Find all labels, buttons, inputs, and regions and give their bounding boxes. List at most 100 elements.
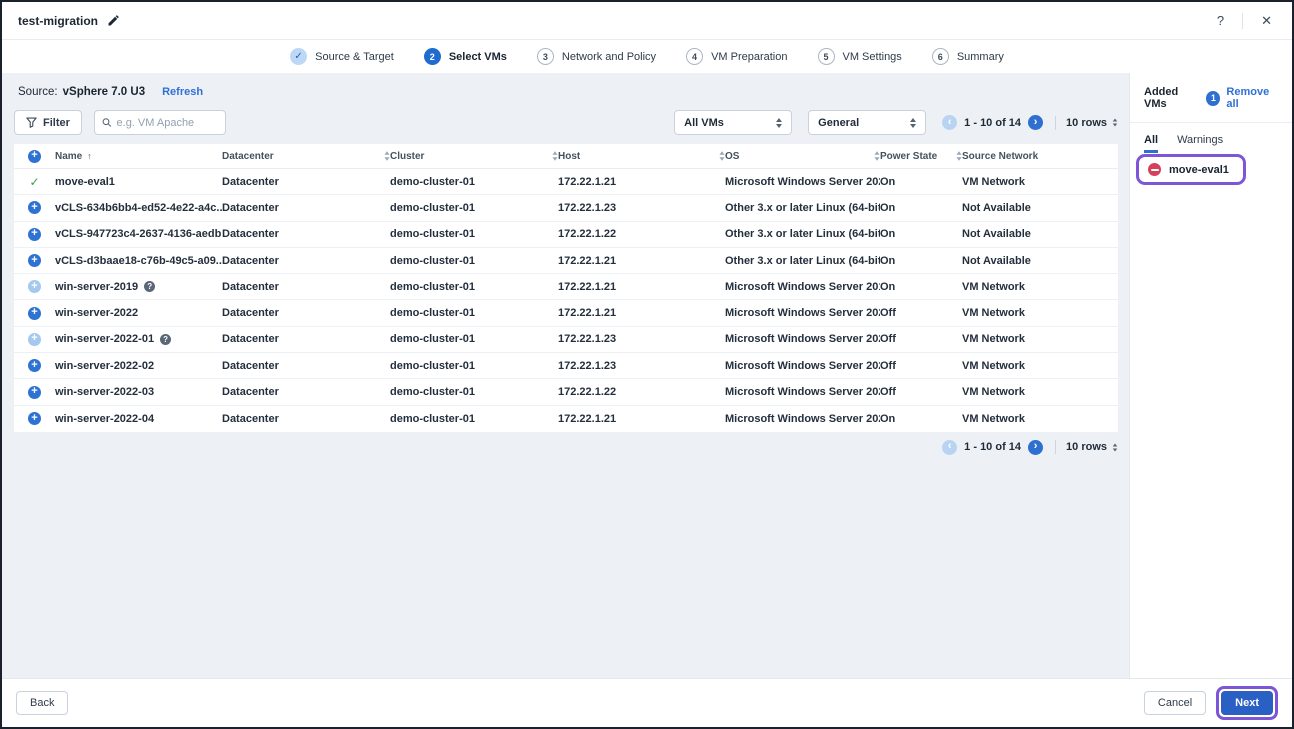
os-cell: Other 3.x or later Linux (64-bit) [725,202,880,214]
category-value: General [818,117,859,129]
vm-scope-select[interactable]: All VMs [674,110,792,135]
step-network-and-policy[interactable]: 3Network and Policy [537,48,656,65]
edit-title-icon[interactable] [107,15,119,27]
add-vm-button[interactable]: + [28,201,41,214]
footer-bar: Back Cancel Next [2,678,1292,727]
remove-all-link[interactable]: Remove all [1226,86,1281,110]
vm-name-cell: win-server-2019? [55,281,222,293]
add-vm-button[interactable]: + [28,307,41,320]
category-select[interactable]: General [808,110,926,135]
column-header-power-state[interactable]: Power State [880,151,962,162]
table-body: ✓move-eval1Datacenterdemo-cluster-01172.… [14,169,1118,432]
wizard-stepper: ✓Source & Target 2Select VMs 3Network and … [2,40,1292,73]
prev-page-button[interactable]: ‹ [942,115,957,130]
cluster-cell: demo-cluster-01 [390,281,558,293]
add-vm-button[interactable]: + [28,280,41,293]
step-source-target[interactable]: ✓Source & Target [290,48,394,65]
add-vm-button[interactable]: + [28,359,41,372]
power-state-cell: Off [880,360,962,372]
vm-scope-value: All VMs [684,117,724,129]
filter-button[interactable]: Filter [14,110,82,135]
added-vms-count-badge: 1 [1206,91,1220,106]
table-toolbar: Filter All VMs General ‹ 1 - 10 of 14 › [14,110,1118,135]
column-header-cluster[interactable]: Cluster [390,151,558,162]
column-header-datacenter[interactable]: Datacenter [222,151,390,162]
added-vms-title: Added VMs [1144,86,1200,110]
vm-name-cell: win-server-2022-03 [55,386,222,398]
rows-per-page-select-bottom[interactable]: 10 rows [1066,441,1118,453]
add-vm-button[interactable]: + [28,333,41,346]
content-area: Source: vSphere 7.0 U3 Refresh Filter Al… [2,73,1292,678]
help-icon[interactable]: ? [144,281,155,292]
added-vms-list: move-eval1 [1130,153,1292,185]
table-row[interactable]: +vCLS-947723c4-2637-4136-aedb...Datacent… [14,222,1118,248]
column-header-host[interactable]: Host [558,151,725,162]
step-select-vms[interactable]: 2Select VMs [424,48,507,65]
column-header-name[interactable]: Name↑ [55,151,222,162]
source-network-cell: Not Available [962,202,1118,214]
search-input[interactable] [117,117,218,129]
table-row[interactable]: +win-server-2022-01?Datacenterdemo-clust… [14,327,1118,353]
step-vm-settings[interactable]: 5VM Settings [818,48,902,65]
table-row[interactable]: + win-server-2022-03Datacenterdemo-cluste… [14,379,1118,405]
table-row[interactable]: +win-server-2022Datacenterdemo-cluster-0… [14,300,1118,326]
add-vm-button[interactable]: + [28,228,41,241]
add-vm-button[interactable]: + [28,386,41,399]
table-row[interactable]: +win-server-2022-02Datacenterdemo-cluste… [14,353,1118,379]
refresh-link[interactable]: Refresh [162,86,203,98]
row-action-cell: + [14,386,55,399]
rows-per-page-select[interactable]: 10 rows [1066,117,1118,129]
toolbar-divider [1055,116,1056,130]
help-button[interactable]: ? [1213,12,1228,29]
row-action-cell: + [14,201,55,214]
cancel-button[interactable]: Cancel [1144,691,1206,715]
next-button[interactable]: Next [1221,691,1273,715]
next-page-button-bottom[interactable]: › [1028,440,1043,455]
source-row: Source: vSphere 7.0 U3 Refresh [14,86,1118,98]
next-page-button[interactable]: › [1028,115,1043,130]
table-row[interactable]: ✓move-eval1Datacenterdemo-cluster-01172.… [14,169,1118,195]
remove-vm-button[interactable] [1148,163,1161,176]
select-updown-icon [1112,118,1118,127]
page-title: test-migration [18,14,98,28]
column-label: Name [55,151,82,162]
titlebar-divider [1242,13,1243,29]
column-label: Datacenter [222,151,274,162]
tab-warnings[interactable]: Warnings [1177,129,1223,153]
datacenter-cell: Datacenter [222,386,390,398]
table-row[interactable]: +vCLS-d3baae18-c76b-49c5-a09...Datacente… [14,248,1118,274]
added-vm-item[interactable]: move-eval1 [1136,154,1246,185]
vm-name-cell: move-eval1 [55,176,222,188]
host-cell: 172.22.1.23 [558,333,725,345]
tab-all[interactable]: All [1144,129,1158,153]
select-updown-icon [776,118,782,128]
step-check-icon: ✓ [290,48,307,65]
added-vms-header: Added VMs 1 Remove all [1130,86,1292,110]
add-vm-button[interactable]: + [28,254,41,267]
step-label: VM Settings [843,51,902,63]
prev-page-button-bottom[interactable]: ‹ [942,440,957,455]
added-check-icon: ✓ [29,175,39,189]
os-cell: Microsoft Windows Server 2022 (... [725,386,880,398]
help-icon[interactable]: ? [160,334,171,345]
cluster-cell: demo-cluster-01 [390,386,558,398]
power-state-cell: On [880,281,962,293]
column-header-os[interactable]: OS [725,151,880,162]
host-cell: 172.22.1.21 [558,176,725,188]
back-button[interactable]: Back [16,691,68,715]
add-all-button[interactable]: + [28,150,41,163]
step-label: VM Preparation [711,51,787,63]
table-row[interactable]: +vCLS-634b6bb4-ed52-4e22-a4c...Datacente… [14,195,1118,221]
step-summary[interactable]: 6Summary [932,48,1004,65]
step-number-icon: 2 [424,48,441,65]
cluster-cell: demo-cluster-01 [390,333,558,345]
row-action-cell: ✓ [14,175,55,189]
column-label: Host [558,151,580,162]
host-cell: 172.22.1.22 [558,386,725,398]
table-row[interactable]: +win-server-2019?Datacenterdemo-cluster-… [14,274,1118,300]
step-vm-preparation[interactable]: 4VM Preparation [686,48,787,65]
host-cell: 172.22.1.23 [558,202,725,214]
add-vm-button[interactable]: + [28,412,41,425]
table-row[interactable]: +win-server-2022-04Datacenterdemo-cluste… [14,406,1118,432]
close-button[interactable]: ✕ [1257,12,1276,29]
